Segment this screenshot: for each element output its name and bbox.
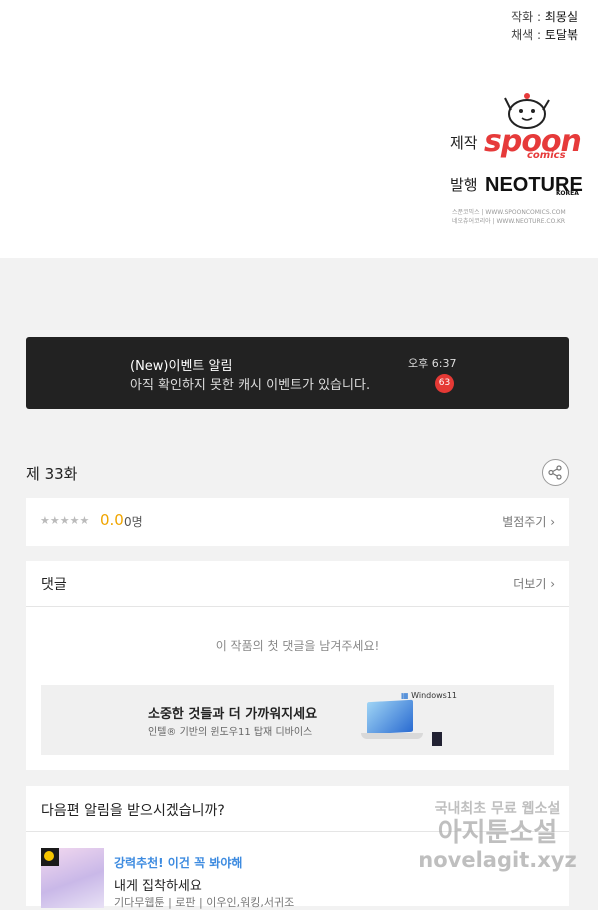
comments-empty-message: 이 작품의 첫 댓글을 남겨주세요! <box>215 639 380 653</box>
neoture-logo-sub: KOREA <box>556 190 579 197</box>
windows-logo-badge: ▦ Windows11 <box>401 691 457 700</box>
recommendation-meta: 기다무웹툰 | 로판 | 이우인,워킹,서귀조 <box>114 896 295 909</box>
event-notification-toast[interactable]: (New)이벤트 알림 아직 확인하지 못한 캐시 이벤트가 있습니다. 오후 … <box>26 337 569 409</box>
comments-heading: 댓글 <box>41 577 67 593</box>
watermark-line-3: novelagit.xyz <box>418 848 577 872</box>
notify-heading: 다음편 알림을 받으시겠습니까? <box>41 803 225 819</box>
rating-count: 0명 <box>124 515 143 529</box>
recommendation-thumbnail[interactable] <box>41 848 104 908</box>
episode-title: 제 33화 <box>26 465 78 483</box>
ad-subtitle: 인텔® 기반의 윈도우11 탑재 디바이스 <box>148 727 313 738</box>
rating-value: 0.0 <box>100 511 124 529</box>
give-rating-link[interactable]: 별점주기 › <box>502 513 555 530</box>
comments-more-link[interactable]: 더보기 › <box>513 575 555 592</box>
notification-body: 아직 확인하지 못한 캐시 이벤트가 있습니다. <box>130 378 371 393</box>
publisher-label: 발행 <box>450 176 478 194</box>
publisher-urls: 스푼코믹스 | WWW.SPOONCOMICS.COM 네오츄어코리아 | WW… <box>452 208 592 226</box>
made-by-label: 제작 <box>450 134 478 152</box>
spoon-comics-logo-sub: comics <box>527 150 566 161</box>
recommendation-subtitle[interactable]: 내게 집착하세요 <box>114 875 202 894</box>
episode-footer-credits: 작화 : 최몽실 채색 : 토달볶 제작 spoon comics 발행 NEO… <box>0 0 598 258</box>
url-line-spoon: 스푼코믹스 | WWW.SPOONCOMICS.COM <box>452 209 566 216</box>
comments-card: 댓글 더보기 › 이 작품의 첫 댓글을 남겨주세요! 소중한 것들과 더 가까… <box>26 561 569 770</box>
rating-card: ★★★★★ 0.0 0명 별점주기 › <box>26 498 569 546</box>
watermark-line-1: 국내최초 무료 웹소설 <box>434 801 561 817</box>
credit-colorist: 채색 : 토달볶 <box>511 28 578 42</box>
watermark-line-2: 아지툰소설 <box>437 818 558 848</box>
laptop-image <box>367 699 413 735</box>
phone-image <box>432 732 442 746</box>
notification-title: (New)이벤트 알림 <box>130 359 233 374</box>
url-line-neoture: 네오츄어코리아 | WWW.NEOTURE.CO.KR <box>452 218 566 225</box>
credit-artist: 작화 : 최몽실 <box>511 10 578 24</box>
windows-icon: ▦ <box>401 691 409 700</box>
recommendation-title[interactable]: 강력추천! 이건 꼭 봐야해 <box>114 854 242 871</box>
rating-stars: ★★★★★ <box>40 514 90 527</box>
share-icon <box>548 465 562 480</box>
windows-label: Windows11 <box>411 691 457 700</box>
divider <box>26 606 569 607</box>
ad-title: 소중한 것들과 더 가까워지세요 <box>148 707 318 722</box>
windows-ad-banner[interactable]: 소중한 것들과 더 가까워지세요 인텔® 기반의 윈도우11 탑재 디바이스 ▦… <box>41 685 554 755</box>
clock-icon <box>41 848 59 866</box>
credit-partial <box>574 0 578 6</box>
site-watermark: 국내최초 무료 웹소설 아지툰소설 novelagit.xyz <box>410 798 585 872</box>
notification-time: 오후 6:37 <box>408 357 457 370</box>
share-button[interactable] <box>542 459 569 486</box>
notification-count-badge: 63 <box>435 374 454 393</box>
laptop-base <box>361 733 423 739</box>
